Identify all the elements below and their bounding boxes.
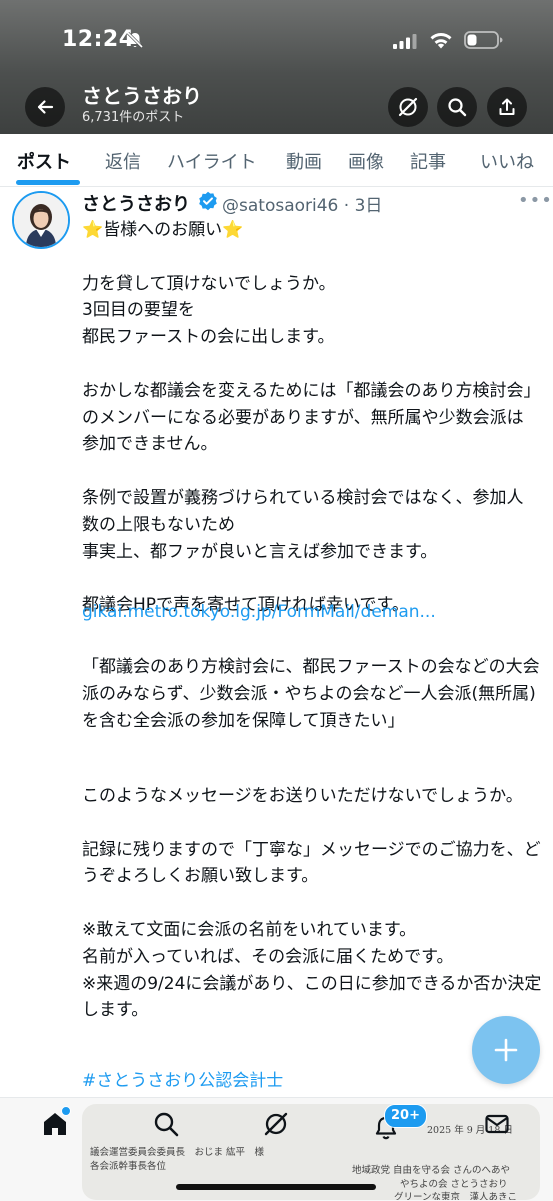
messages-icon[interactable] <box>483 1110 511 1138</box>
tab-videos[interactable]: 動画 <box>286 148 322 174</box>
grok-tab-icon[interactable] <box>262 1110 290 1138</box>
profile-header: 12:24 さとうさおり 6,731件のポスト <box>0 0 553 134</box>
tab-likes[interactable]: いいね <box>480 148 534 174</box>
post-hashtag[interactable]: #さとうさおり公認会計士 <box>82 1066 283 1091</box>
post-quote: 「都議会のあり方検討会に、都民ファーストの会などの大会派のみならず、少数会派・や… <box>82 657 540 731</box>
search-icon <box>448 98 467 117</box>
home-badge-dot <box>61 1106 71 1116</box>
plus-icon <box>494 1038 518 1062</box>
grok-button[interactable] <box>388 87 428 127</box>
tab-images[interactable]: 画像 <box>348 148 384 174</box>
signal-icon <box>393 34 417 49</box>
share-button[interactable] <box>487 87 527 127</box>
share-icon <box>499 98 515 115</box>
avatar-image <box>14 193 68 247</box>
arrow-left-icon <box>37 100 54 114</box>
media-text: 地域政党 自由を守る会 さんのへあや <box>352 1165 511 1176</box>
post-body-continued: このようなメッセージをお送りいただけないでしょうか。 記録に残りますので「丁寧な… <box>82 786 542 1021</box>
home-indicator <box>176 1184 376 1190</box>
profile-tabs: ポスト 返信 ハイライト 動画 画像 記事 いいね <box>0 134 553 187</box>
explore-icon[interactable] <box>152 1110 180 1138</box>
media-text: 各会派幹事長各位 <box>90 1161 167 1172</box>
page-title: さとうさおり <box>82 84 202 108</box>
bell-off-icon <box>126 31 144 49</box>
media-text: やちよの会 さとうさおり <box>400 1179 508 1190</box>
post-author[interactable]: さとうさおり <box>82 190 190 216</box>
more-options-icon[interactable]: ••• <box>518 190 553 211</box>
post-body: ⭐皆様へのお願い⭐ 力を貸して頂けないでしょうか。 3回目の要望を 都民ファース… <box>82 220 532 616</box>
media-text: 議会運営委員会委員長 おじま 紘平 様 <box>90 1147 265 1158</box>
back-button[interactable] <box>25 87 65 127</box>
post-link[interactable]: gikai.metro.tokyo.lg.jp/FormMail/deman..… <box>82 602 436 622</box>
media-text: グリーンな東京 漢人あきこ <box>394 1192 518 1200</box>
active-tab-indicator <box>16 180 80 185</box>
wifi-icon <box>430 33 452 49</box>
battery-icon <box>464 31 503 49</box>
tab-posts[interactable]: ポスト <box>17 148 71 174</box>
grok-icon <box>398 97 418 117</box>
notifications-badge: 20+ <box>384 1104 427 1128</box>
compose-button[interactable] <box>472 1016 540 1084</box>
tab-replies[interactable]: 返信 <box>105 148 141 174</box>
status-time: 12:24 <box>62 27 135 52</box>
avatar[interactable] <box>12 191 70 249</box>
verified-badge-icon <box>199 191 217 211</box>
tab-articles[interactable]: 記事 <box>410 148 446 174</box>
post-handle-time[interactable]: @satosaori46 · 3日 <box>222 191 382 216</box>
tab-highlights[interactable]: ハイライト <box>167 148 257 174</box>
search-button[interactable] <box>437 87 477 127</box>
post-count: 6,731件のポスト <box>82 110 185 125</box>
